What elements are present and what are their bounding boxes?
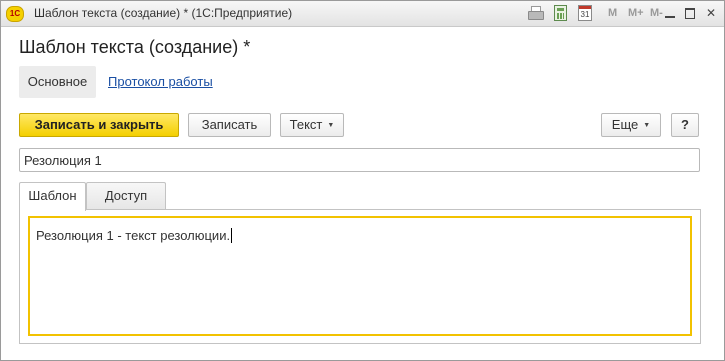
- chevron-down-icon: ▼: [327, 122, 335, 129]
- chevron-down-icon: ▼: [643, 122, 651, 129]
- app-window: 1С Шаблон текста (создание) * (1С:Предпр…: [0, 0, 725, 361]
- text-caret: [231, 228, 233, 243]
- tab-work-log-link[interactable]: Протокол работы: [108, 74, 213, 89]
- window-title: Шаблон текста (создание) * (1С:Предприят…: [34, 6, 293, 20]
- maximize-icon[interactable]: [682, 5, 698, 21]
- 1c-logo-icon[interactable]: 1С: [6, 6, 24, 22]
- more-menu-label: Еще: [611, 117, 639, 132]
- minimize-icon[interactable]: [662, 5, 678, 21]
- title-bar: 1С Шаблон текста (создание) * (1С:Предпр…: [1, 1, 724, 27]
- tab-template[interactable]: Шаблон: [19, 182, 86, 211]
- save-button[interactable]: Записать: [188, 113, 271, 137]
- editor-text: Резолюция 1 - текст резолюции.: [36, 228, 231, 243]
- close-icon[interactable]: ✕: [703, 5, 719, 21]
- print-icon[interactable]: [527, 5, 544, 21]
- text-menu-button[interactable]: Текст ▼: [280, 113, 344, 137]
- tab-main[interactable]: Основное: [19, 66, 96, 98]
- template-text-editor[interactable]: Резолюция 1 - текст резолюции.: [28, 216, 692, 336]
- memory-plus-button[interactable]: M+: [628, 7, 644, 19]
- save-and-close-button[interactable]: Записать и закрыть: [19, 113, 179, 137]
- tab-panel: Резолюция 1 - текст резолюции.: [19, 209, 701, 344]
- calendar-icon[interactable]: 31: [578, 5, 592, 21]
- calculator-icon[interactable]: [554, 5, 567, 21]
- text-menu-label: Текст: [289, 117, 323, 132]
- page-title: Шаблон текста (создание) *: [19, 37, 251, 57]
- tab-access[interactable]: Доступ: [86, 182, 166, 210]
- memory-minus-button[interactable]: M-: [650, 7, 663, 19]
- help-button[interactable]: ?: [671, 113, 699, 137]
- template-name-field[interactable]: [19, 148, 700, 172]
- memory-m-button[interactable]: M: [608, 7, 617, 19]
- more-menu-button[interactable]: Еще ▼: [601, 113, 661, 137]
